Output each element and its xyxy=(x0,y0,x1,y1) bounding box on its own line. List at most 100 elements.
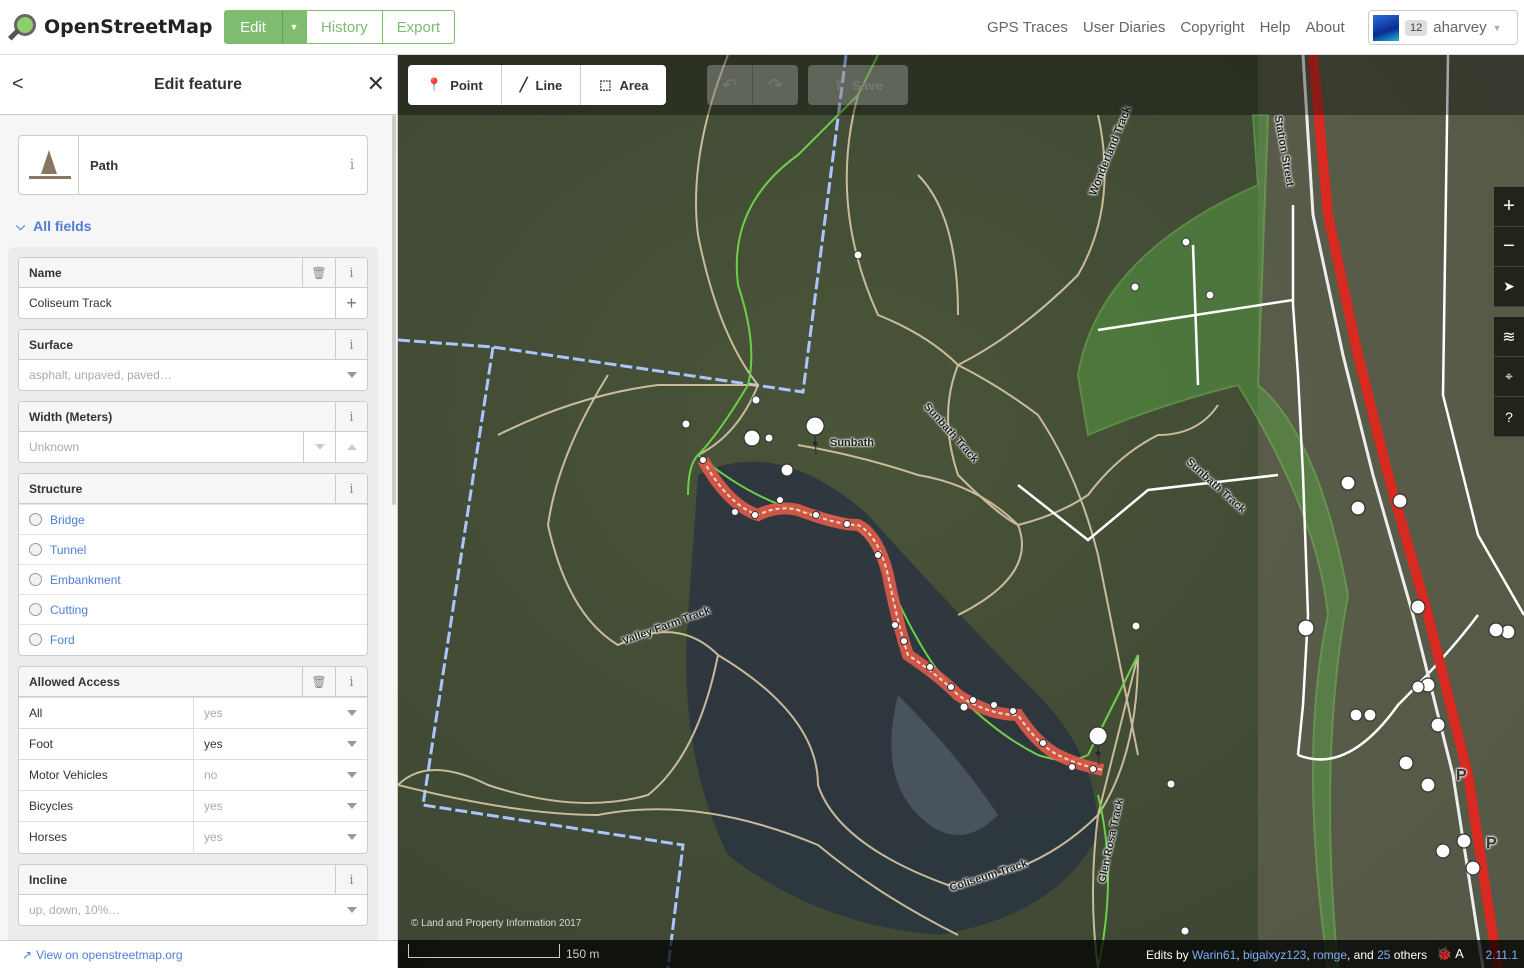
add-area-button[interactable]: ⬚ Area xyxy=(581,65,666,105)
access-value-combo[interactable]: yes xyxy=(194,791,367,821)
geolocate-icon[interactable]: ➤ xyxy=(1494,267,1524,307)
zoom-in-icon[interactable]: + xyxy=(1494,187,1524,227)
redo-icon[interactable]: ↷ xyxy=(753,65,798,105)
save-button[interactable]: ⇪ Save xyxy=(808,65,908,105)
trash-icon[interactable]: 🗑 xyxy=(302,667,335,697)
info-icon[interactable]: i xyxy=(335,667,367,697)
map-toolbar: 📍 Point ╱ Line ⬚ Area ↶ ↷ ⇪ Save xyxy=(398,55,1524,115)
option-label: Cutting xyxy=(50,602,89,617)
access-value: no xyxy=(204,768,218,782)
info-icon[interactable]: i xyxy=(335,865,367,895)
edit-button[interactable]: Edit xyxy=(224,10,282,44)
option-label: Tunnel xyxy=(50,542,87,557)
preset-item[interactable]: Path i xyxy=(18,135,368,195)
scale-label: 150 m xyxy=(566,947,600,961)
undo-icon[interactable]: ↶ xyxy=(707,65,753,105)
add-localized-name-icon[interactable]: + xyxy=(335,288,367,318)
bug-icon[interactable]: 🐞 xyxy=(1436,946,1452,961)
radio-icon xyxy=(29,573,42,586)
width-input[interactable]: Unknown xyxy=(19,432,367,462)
user-diaries-link[interactable]: User Diaries xyxy=(1083,19,1166,36)
map-canvas[interactable]: ★ ★ Sunbath Sunbath Track Sunbath Track W… xyxy=(398,55,1524,968)
external-link-icon: ↗ xyxy=(22,947,33,962)
access-row-foot: Foot yes xyxy=(19,728,367,759)
access-label: Allowed Access xyxy=(29,674,120,689)
surface-placeholder: asphalt, unpaved, paved… xyxy=(29,368,172,382)
surface-field: Surface i asphalt, unpaved, paved… xyxy=(18,329,368,391)
close-icon[interactable]: ✕ xyxy=(367,71,385,97)
line-label: Line xyxy=(535,77,563,93)
access-value-combo[interactable]: no xyxy=(194,760,367,790)
access-value-combo[interactable]: yes xyxy=(194,698,367,728)
add-point-button[interactable]: 📍 Point xyxy=(408,65,502,105)
access-value: yes xyxy=(204,799,223,813)
osm-logo[interactable]: OpenStreetMap xyxy=(7,12,213,42)
radio-icon xyxy=(29,603,42,616)
edit-dropdown-caret-icon[interactable]: ▼ xyxy=(282,10,306,44)
surface-combo[interactable]: asphalt, unpaved, paved… xyxy=(19,360,367,390)
info-icon[interactable]: i xyxy=(337,136,367,194)
point-label: Point xyxy=(450,77,483,93)
map-data-icon[interactable]: ⌖ xyxy=(1494,357,1524,397)
editor-link[interactable]: bigalxyz123 xyxy=(1243,948,1306,962)
option-label: Bridge xyxy=(50,512,85,527)
chevron-down-icon: ▼ xyxy=(1492,22,1502,33)
incline-label: Incline xyxy=(29,872,68,887)
help-icon[interactable]: ? xyxy=(1494,397,1524,437)
name-label: Name xyxy=(29,265,62,280)
radio-icon xyxy=(29,513,42,526)
add-line-button[interactable]: ╱ Line xyxy=(502,65,582,105)
imagery-attribution[interactable]: © Land and Property Information 2017 xyxy=(411,918,581,929)
structure-option-cutting[interactable]: Cutting xyxy=(19,594,367,624)
width-field: Width (Meters) i Unknown xyxy=(18,401,368,463)
undo-redo-group: ↶ ↷ xyxy=(707,65,798,105)
decrement-icon[interactable] xyxy=(303,432,335,462)
structure-option-ford[interactable]: Ford xyxy=(19,624,367,654)
structure-option-tunnel[interactable]: Tunnel xyxy=(19,534,367,564)
info-icon[interactable]: i xyxy=(335,258,367,288)
others-text: others xyxy=(1393,948,1428,962)
access-row-all: All yes xyxy=(19,697,367,728)
access-value: yes xyxy=(204,706,223,720)
map-imagery: ★★ xyxy=(398,55,1524,968)
top-navbar: OpenStreetMap Edit ▼ History Export GPS … xyxy=(0,0,1524,55)
layers-icon[interactable]: ≋ xyxy=(1494,317,1524,357)
history-button[interactable]: History xyxy=(306,10,383,44)
help-link[interactable]: Help xyxy=(1260,19,1291,36)
upload-icon: ⇪ xyxy=(833,77,845,92)
zoom-out-icon[interactable]: − xyxy=(1494,227,1524,267)
area-icon: ⬚ xyxy=(599,77,612,92)
structure-option-bridge[interactable]: Bridge xyxy=(19,504,367,534)
export-button[interactable]: Export xyxy=(382,10,456,44)
access-value-combo[interactable]: yes xyxy=(194,822,367,852)
others-count-link[interactable]: 25 xyxy=(1377,948,1390,962)
preset-name: Path xyxy=(90,157,119,173)
gps-traces-link[interactable]: GPS Traces xyxy=(987,19,1068,36)
map-panel-controls: ≋ ⌖ ? xyxy=(1494,317,1524,437)
incline-combo[interactable]: up, down, 10%… xyxy=(19,895,367,925)
name-input[interactable]: Coliseum Track + xyxy=(19,288,367,318)
dropdown-caret-icon xyxy=(347,907,357,913)
area-label: Area xyxy=(619,77,649,93)
about-link[interactable]: About xyxy=(1305,19,1344,36)
info-icon[interactable]: i xyxy=(335,402,367,432)
access-value-combo[interactable]: yes xyxy=(194,729,367,759)
sidebar-scrollbar[interactable] xyxy=(392,115,396,505)
scale-bar[interactable] xyxy=(408,944,560,958)
radio-icon xyxy=(29,633,42,646)
info-icon[interactable]: i xyxy=(335,474,367,504)
editor-link[interactable]: Warin61 xyxy=(1192,948,1236,962)
user-menu[interactable]: 12 aharvey ▼ xyxy=(1368,10,1518,45)
increment-icon[interactable] xyxy=(335,432,367,462)
editor-link[interactable]: romge xyxy=(1313,948,1347,962)
trash-icon[interactable]: 🗑 xyxy=(302,258,335,288)
view-on-osm-link[interactable]: ↗ View on openstreetmap.org xyxy=(0,940,397,968)
info-icon[interactable]: i xyxy=(335,330,367,360)
all-fields-toggle[interactable]: ⌵ All fields xyxy=(16,218,91,234)
accessibility-icon[interactable]: A xyxy=(1455,946,1464,961)
view-on-osm-label: View on openstreetmap.org xyxy=(36,947,183,962)
copyright-link[interactable]: Copyright xyxy=(1180,19,1244,36)
version-link[interactable]: 2.11.1 xyxy=(1486,948,1518,962)
structure-option-embankment[interactable]: Embankment xyxy=(19,564,367,594)
name-field: Name 🗑 i Coliseum Track + xyxy=(18,257,368,319)
